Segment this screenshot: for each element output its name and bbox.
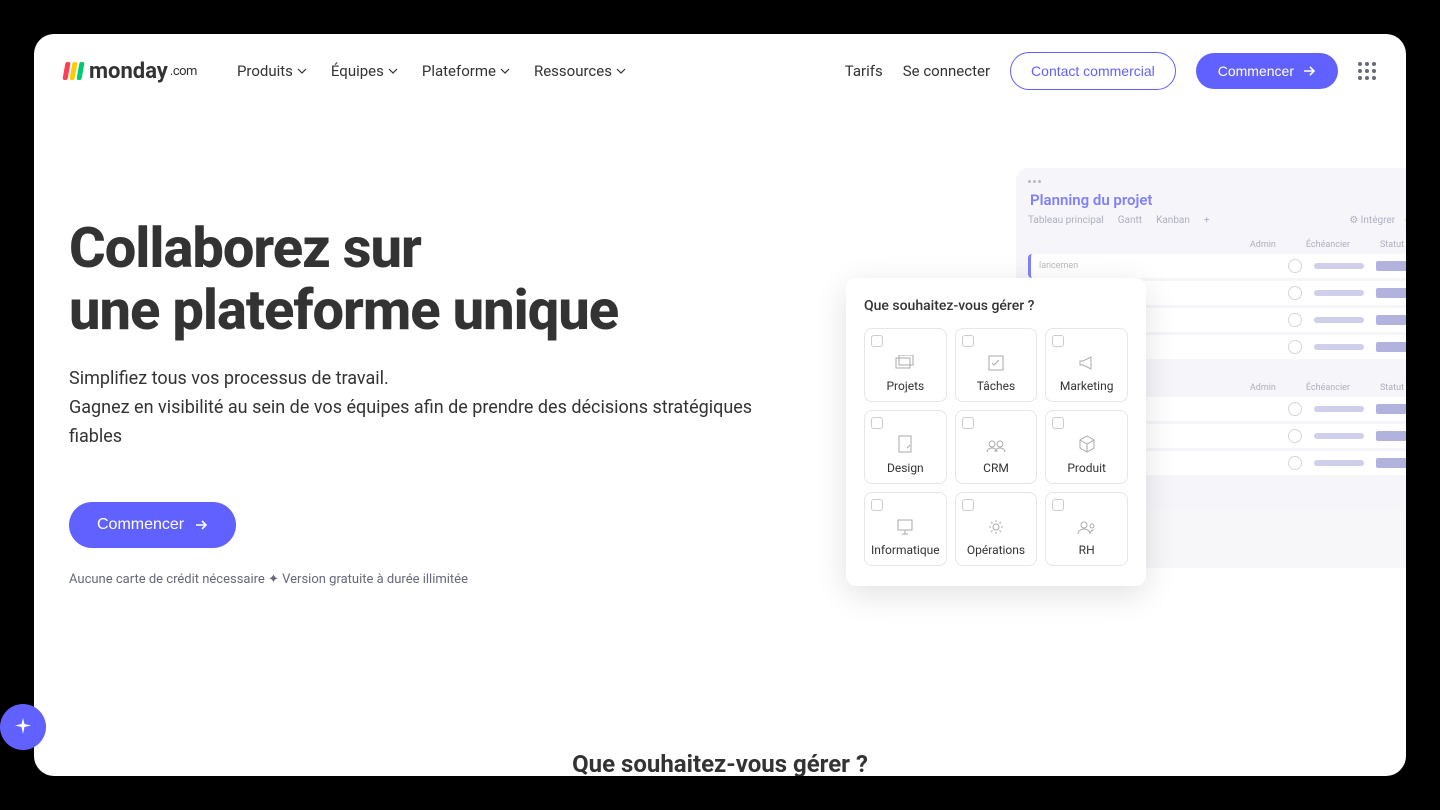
apps-grid-icon[interactable]: [1358, 62, 1376, 80]
nav-products[interactable]: Produits: [237, 62, 307, 80]
nav-platform[interactable]: Plateforme: [422, 62, 510, 80]
design-icon: [897, 435, 913, 453]
selector-grid: Projets Tâches Marketing Design CRM Prod…: [864, 328, 1128, 566]
hero-title: Collaborez sur une plateforme unique: [69, 218, 804, 341]
checkbox-icon: [962, 417, 974, 429]
nav-pricing[interactable]: Tarifs: [845, 62, 883, 80]
get-started-button-header[interactable]: Commencer: [1196, 53, 1338, 89]
nav-login[interactable]: Se connecter: [903, 62, 990, 80]
checkbox-icon: [962, 499, 974, 511]
arrow-right-icon: [1302, 64, 1316, 78]
table-row: lancemen: [1028, 254, 1406, 278]
selector-option-crm[interactable]: CRM: [955, 410, 1038, 484]
selector-option-operations[interactable]: Opérations: [955, 492, 1038, 566]
operations-icon: [988, 519, 1004, 535]
hr-icon: [1077, 521, 1097, 535]
selector-option-design[interactable]: Design: [864, 410, 947, 484]
nav: Produits Équipes Plateforme Ressources: [237, 62, 626, 80]
header-right: Tarifs Se connecter Contact commercial C…: [845, 52, 1376, 90]
selector-option-hr[interactable]: RH: [1045, 492, 1128, 566]
nav-resources[interactable]: Ressources: [534, 62, 626, 80]
hero: Collaborez sur une plateforme unique Sim…: [34, 108, 1406, 587]
mockup-board-title: Planning du projet: [1030, 191, 1406, 209]
contact-sales-button[interactable]: Contact commercial: [1010, 52, 1176, 90]
checkbox-icon: [871, 335, 883, 347]
chevron-down-icon: [616, 66, 626, 76]
selector-option-tasks[interactable]: Tâches: [955, 328, 1038, 402]
arrow-right-icon: [194, 518, 208, 532]
checkbox-icon: [1052, 417, 1064, 429]
logo-suffix: .com: [170, 64, 197, 79]
logo[interactable]: monday.com: [64, 59, 197, 84]
sparkle-icon: [12, 716, 34, 738]
section-teaser-title: Que souhaitez-vous gérer ?: [34, 750, 1406, 776]
hero-subtitle: Simplifiez tous vos processus de travail…: [69, 365, 804, 451]
mockup-tabs: Tableau principal Gantt Kanban + ⚙ Intég…: [1028, 215, 1406, 226]
checkbox-icon: [871, 499, 883, 511]
product-icon: [1079, 435, 1095, 453]
selector-card: Que souhaitez-vous gérer ? Projets Tâche…: [846, 278, 1146, 586]
tasks-icon: [988, 355, 1004, 371]
checkbox-icon: [962, 335, 974, 347]
chevron-down-icon: [297, 66, 307, 76]
checkbox-icon: [1052, 499, 1064, 511]
selector-option-it[interactable]: Informatique: [864, 492, 947, 566]
selector-option-marketing[interactable]: Marketing: [1045, 328, 1128, 402]
hero-hint: Aucune carte de crédit nécessaire ✦ Vers…: [69, 572, 804, 587]
chevron-down-icon: [388, 66, 398, 76]
accessibility-fab[interactable]: [0, 704, 46, 750]
checkbox-icon: [1052, 335, 1064, 347]
header: monday.com Produits Équipes Plateforme R…: [34, 34, 1406, 108]
nav-teams[interactable]: Équipes: [331, 62, 398, 80]
marketing-icon: [1078, 355, 1096, 371]
checkbox-icon: [871, 417, 883, 429]
selector-title: Que souhaitez-vous gérer ?: [864, 298, 1128, 314]
hero-content: Collaborez sur une plateforme unique Sim…: [69, 168, 804, 587]
crm-icon: [986, 439, 1006, 453]
it-icon: [896, 519, 914, 535]
chevron-down-icon: [500, 66, 510, 76]
logo-bars-icon: [64, 62, 83, 80]
get-started-button-hero[interactable]: Commencer: [69, 502, 236, 548]
logo-text: monday: [89, 59, 168, 84]
selector-option-product[interactable]: Produit: [1045, 410, 1128, 484]
projects-icon: [895, 355, 915, 371]
selector-option-projects[interactable]: Projets: [864, 328, 947, 402]
